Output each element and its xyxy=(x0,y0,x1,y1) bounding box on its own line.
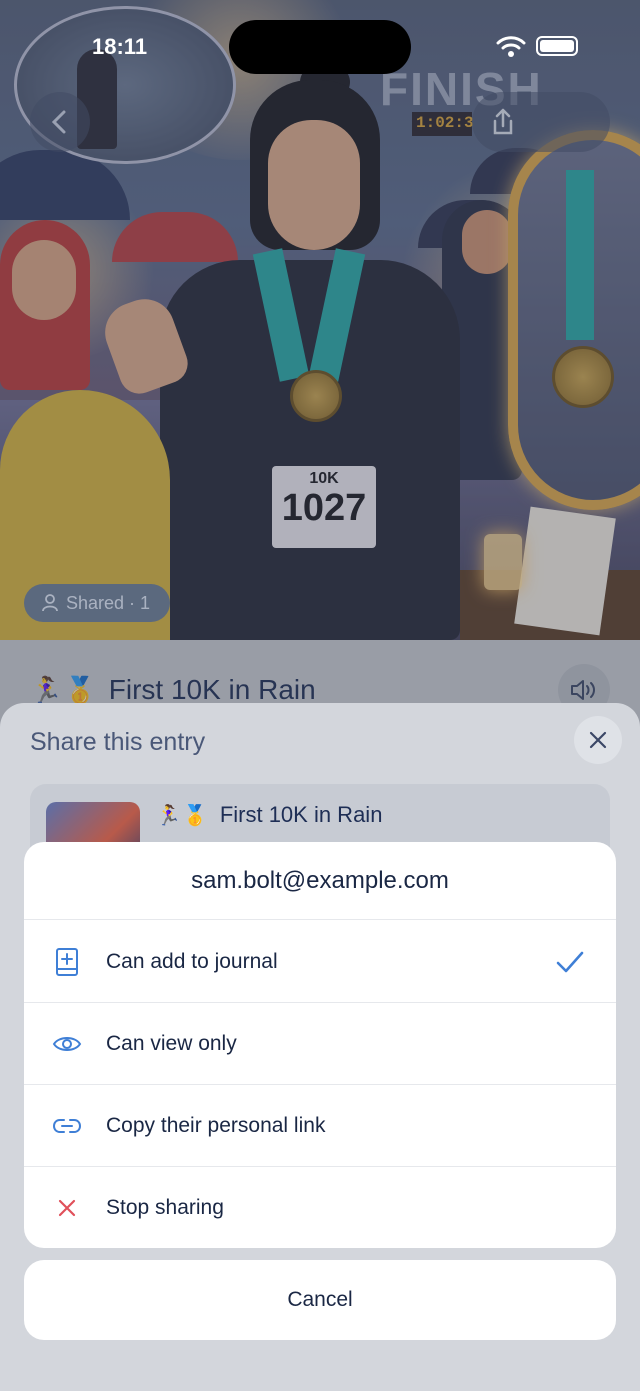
collaborator-email: sam.bolt@example.com xyxy=(24,842,616,920)
copy-personal-link-label: Copy their personal link xyxy=(106,1113,326,1137)
entry-preview-emoji: 🏃‍♀️🥇 xyxy=(156,804,210,827)
stop-sharing-option[interactable]: Stop sharing xyxy=(24,1167,616,1248)
link-icon xyxy=(52,1118,82,1133)
close-icon xyxy=(589,731,607,749)
can-add-to-journal-label: Can add to journal xyxy=(106,949,278,973)
x-icon xyxy=(58,1199,76,1217)
entry-preview-title-text: First 10K in Rain xyxy=(219,802,383,827)
stop-sharing-label: Stop sharing xyxy=(106,1196,224,1219)
can-view-only-label: Can view only xyxy=(106,1031,237,1055)
eye-icon xyxy=(52,1036,82,1051)
can-add-to-journal-option[interactable]: Can add to journal xyxy=(24,921,616,1003)
dynamic-island xyxy=(229,20,411,74)
battery-icon xyxy=(536,36,578,56)
share-sheet-title: Share this entry xyxy=(30,728,206,756)
status-time: 18:11 xyxy=(92,34,148,59)
collaborator-action-sheet: sam.bolt@example.com Can add to journal … xyxy=(24,842,616,1248)
wifi-icon xyxy=(496,36,526,57)
close-button[interactable] xyxy=(574,716,622,764)
cancel-button[interactable]: Cancel xyxy=(24,1260,616,1340)
copy-personal-link-option[interactable]: Copy their personal link xyxy=(24,1085,616,1167)
entry-preview-title: 🏃‍♀️🥇 First 10K in Rain xyxy=(156,802,382,828)
can-view-only-option[interactable]: Can view only xyxy=(24,1003,616,1085)
journal-add-icon xyxy=(56,947,78,976)
checkmark-icon xyxy=(556,951,584,972)
